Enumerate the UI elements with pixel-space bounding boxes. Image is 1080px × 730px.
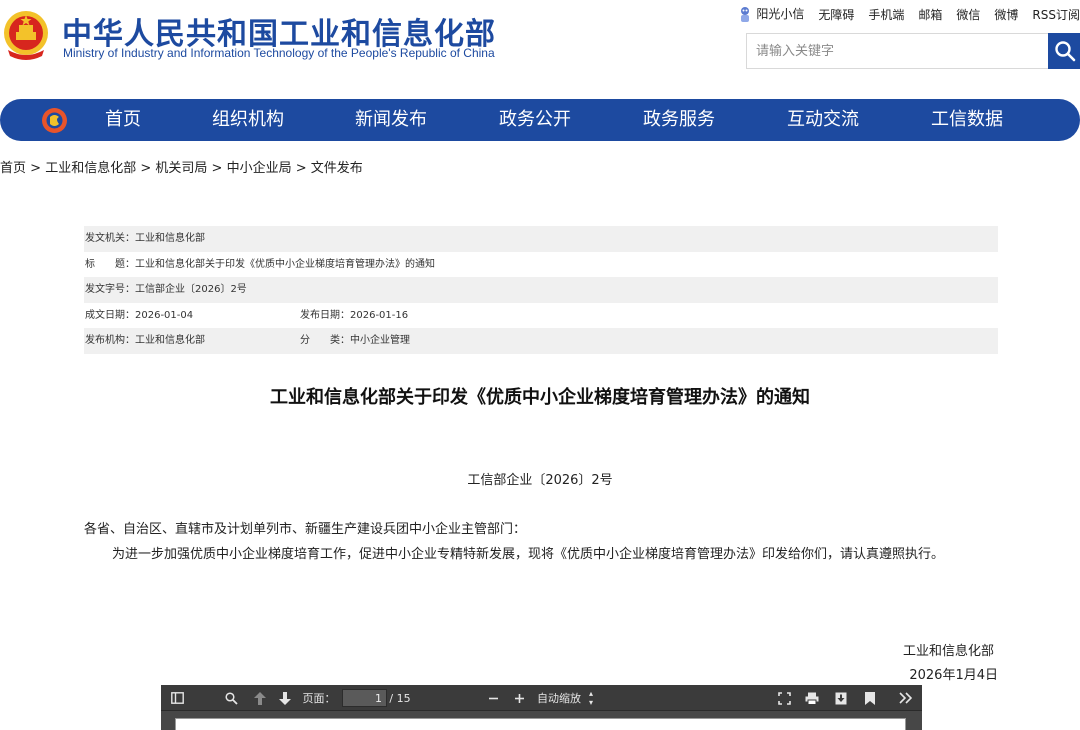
toplink-weibo[interactable]: 微博 [994,6,1018,23]
arrow-down-icon [279,691,291,705]
nav-item-data[interactable]: 工信数据 [931,99,1003,141]
site-subtitle: Ministry of Industry and Information Tec… [63,46,495,60]
previous-page-button[interactable] [250,685,270,711]
minus-icon [488,697,498,699]
meta-doc-no: 发文字号：工信部企业〔2026〕2号 [85,284,247,295]
tools-button[interactable] [894,685,916,711]
search-icon [1054,41,1075,62]
bookmark-button[interactable] [860,685,880,711]
search-input[interactable] [747,34,1047,68]
find-button[interactable] [221,685,241,711]
meta-agency: 发布机构：工业和信息化部 [85,335,205,346]
breadcrumb-home[interactable]: 首页 [0,161,26,176]
meta-title: 标 题：工业和信息化部关于印发《优质中小企业梯度培育管理办法》的通知 [85,258,435,270]
nav-item-gov-services[interactable]: 政务服务 [643,99,715,141]
meta-created-date: 成文日期：2026-01-04 [85,309,194,321]
meta-row-title: 标 题：工业和信息化部关于印发《优质中小企业梯度培育管理办法》的通知 [84,252,998,278]
page-label: 页面： [302,692,336,705]
document-number: 工信部企业〔2026〕2号 [467,473,613,488]
zoom-out-button[interactable] [483,685,503,711]
nav-item-organization[interactable]: 组织机构 [212,99,284,141]
main-nav: 首页 组织机构 新闻发布 政务公开 政务服务 互动交流 工信数据 [0,99,1080,141]
search-button[interactable] [1048,33,1080,69]
breadcrumb-sme-bureau[interactable]: 中小企业局 [227,161,292,176]
breadcrumb-ministry[interactable]: 工业和信息化部 [45,161,136,176]
total-pages: / 15 [389,691,411,705]
sidebar-icon [170,692,184,704]
print-button[interactable] [802,685,822,711]
document-meta-table: 发文机关：工业和信息化部 标 题：工业和信息化部关于印发《优质中小企业梯度培育管… [84,226,998,354]
toplink-mail[interactable]: 邮箱 [918,6,942,23]
download-button[interactable] [831,685,851,711]
bookmark-icon [865,691,875,705]
search-box [746,33,1080,69]
nav-item-news[interactable]: 新闻发布 [355,99,427,141]
pdf-page-sheet[interactable] [175,718,906,730]
breadcrumb-separator: > [295,161,311,176]
toplink-label: 阳光小信 [756,7,805,21]
site-header: 中华人民共和国工业和信息化部 Ministry of Industry and … [0,0,1080,95]
nav-item-interaction[interactable]: 互动交流 [787,99,859,141]
zoom-select[interactable]: 自动缩放 ▴ ▾ [537,685,605,711]
miit-logo-icon[interactable] [41,107,68,134]
print-icon [805,692,819,705]
next-page-button[interactable] [275,685,295,711]
zoom-select-value: 自动缩放 [537,692,581,705]
meta-row-issuer: 发文机关：工业和信息化部 [84,226,998,252]
arrow-up-icon [254,691,266,705]
breadcrumb-documents[interactable]: 文件发布 [311,161,363,176]
document-body: 为进一步加强优质中小企业梯度培育工作，促进中小企业专精特新发展，现将《优质中小企… [112,547,945,562]
nav-item-gov-affairs[interactable]: 政务公开 [499,99,571,141]
document-title: 工业和信息化部关于印发《优质中小企业梯度培育管理办法》的通知 [270,387,810,408]
page-number-input[interactable] [342,689,387,707]
fullscreen-icon [777,691,791,705]
breadcrumb-departments[interactable]: 机关司局 [155,161,207,176]
zoom-in-button[interactable] [509,685,529,711]
meta-row-dates: 成文日期：2026-01-04 发布日期：2026-01-16 [84,303,998,329]
meta-row-agency: 发布机构：工业和信息化部 分 类：中小企业管理 [84,328,998,354]
meta-published-date: 发布日期：2026-01-16 [300,309,409,321]
pdf-toolbar: 页面： / 15 自动缩放 ▴▾ [161,685,922,711]
meta-category: 分 类：中小企业管理 [300,335,410,346]
document-sign-date: 2026年1月4日 [909,668,998,683]
find-icon [224,691,238,705]
meta-row-doc-no: 发文字号：工信部企业〔2026〕2号 [84,277,998,303]
breadcrumb-separator: > [140,161,156,176]
pdf-viewer: 页面： / 15 自动缩放 ▴▾ [161,685,922,730]
document-sign-org: 工业和信息化部 [902,644,994,659]
presentation-mode-button[interactable] [774,685,794,711]
toplink-accessibility[interactable]: 无障碍 [818,6,854,23]
document-recipients: 各省、自治区、直辖市及计划单列市、新疆生产建设兵团中小企业主管部门： [84,522,527,537]
plus-icon [514,693,524,703]
robot-icon [741,6,750,22]
select-arrows-icon: ▴ ▾ [589,689,594,707]
toplink-sunshine[interactable]: 阳光小信 [738,5,804,24]
breadcrumb: 首页 > 工业和信息化部 > 机关司局 > 中小企业局 > 文件发布 [0,157,363,176]
sidebar-toggle-button[interactable] [167,685,187,711]
double-chevron-right-icon [898,692,912,704]
nav-item-home[interactable]: 首页 [105,99,141,141]
toplink-wechat[interactable]: 微信 [956,6,980,23]
breadcrumb-separator: > [211,161,227,176]
national-emblem-icon[interactable] [2,6,50,62]
top-links: 阳光小信 无障碍 手机端 邮箱 微信 微博 RSS订阅 [738,5,1080,24]
meta-issuer: 发文机关：工业和信息化部 [85,233,205,244]
download-icon [835,692,847,704]
toplink-mobile[interactable]: 手机端 [868,6,904,23]
breadcrumb-separator: > [30,161,46,176]
toplink-rss[interactable]: RSS订阅 [1032,6,1080,23]
